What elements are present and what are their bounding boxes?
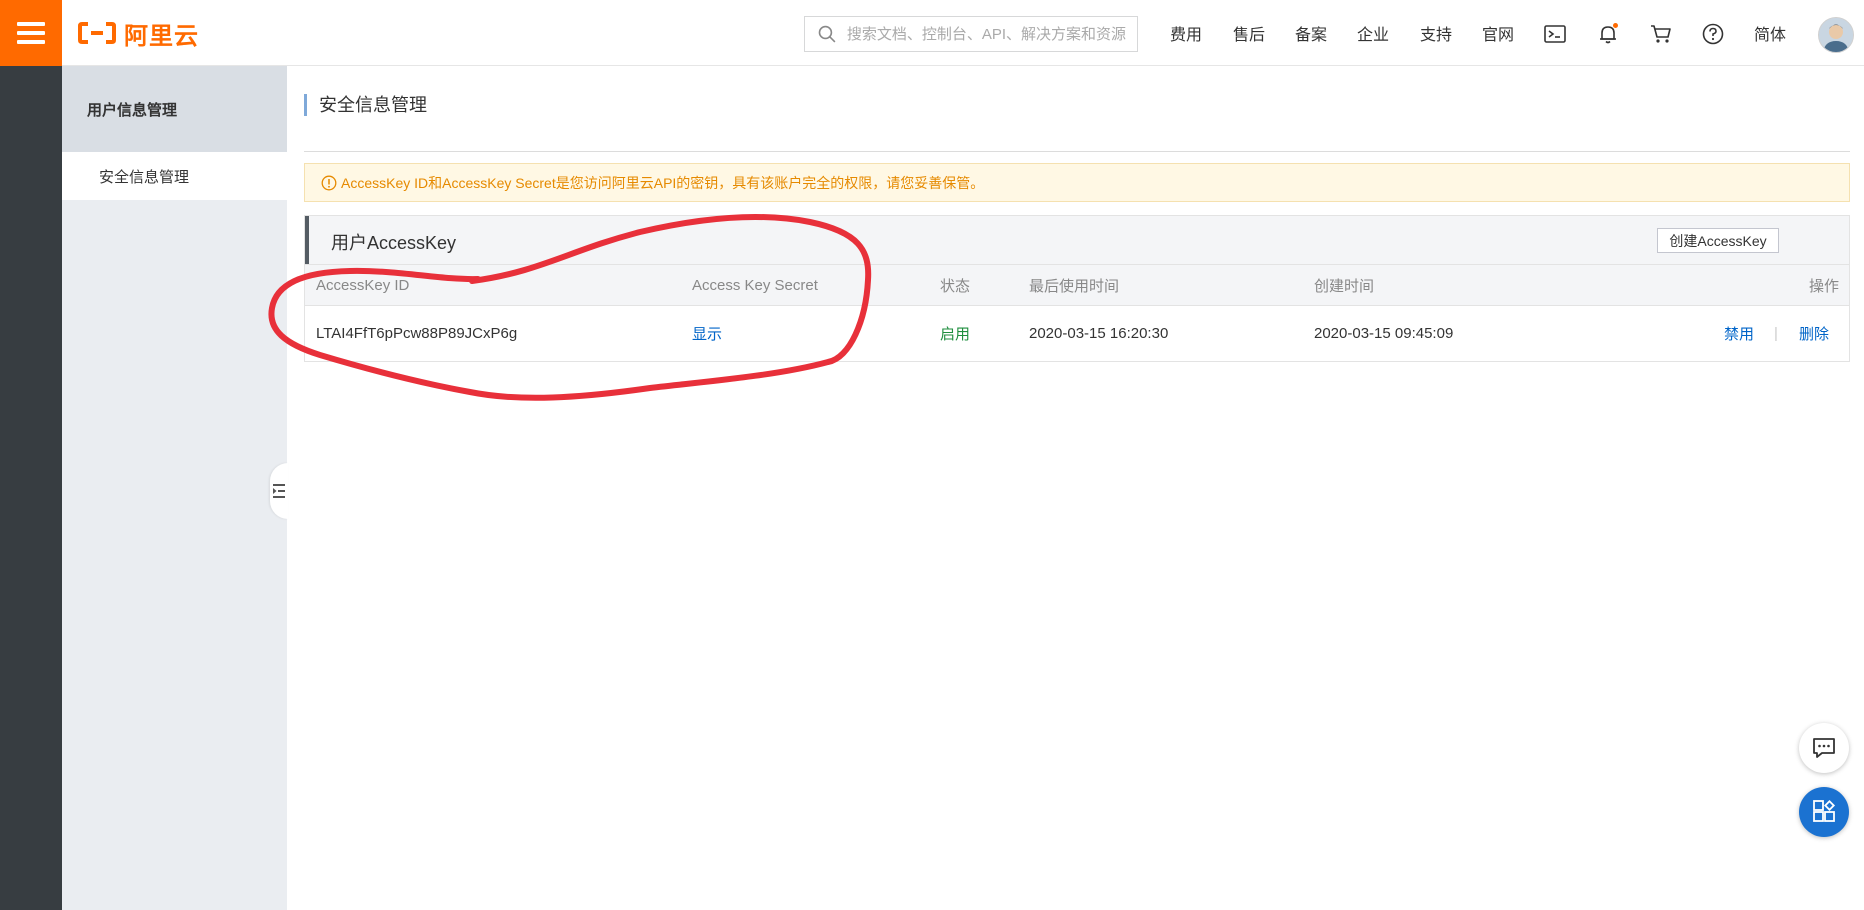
menu-icon (17, 22, 45, 44)
nav-link[interactable]: 费用 (1170, 21, 1202, 45)
nav-fee[interactable]: 费用 (1170, 0, 1202, 66)
terminal-icon[interactable] (1543, 22, 1567, 46)
last-used-time: 2020-03-15 16:20:30 (1029, 325, 1169, 342)
language-switch[interactable]: 简体 (1754, 0, 1786, 66)
aliyun-logo-icon (78, 22, 116, 44)
column-last-used: 最后使用时间 (1029, 277, 1120, 295)
column-accesskey-id: AccessKey ID (316, 276, 410, 294)
left-rail (0, 66, 62, 910)
accesskey-id-value: LTAI4FfT6pPcw88P89JCxP6g (316, 325, 518, 342)
logo[interactable]: 阿里云 (78, 20, 199, 50)
sidebar-item-label: 安全信息管理 (99, 168, 190, 186)
nav-link[interactable]: 售后 (1233, 21, 1265, 45)
created-time: 2020-03-15 09:45:09 (1314, 325, 1454, 342)
nav-official-site[interactable]: 官网 (1482, 0, 1514, 66)
create-accesskey-button[interactable]: 创建AccessKey (1657, 228, 1779, 253)
help-icon[interactable] (1701, 22, 1725, 46)
warning-text: AccessKey ID和AccessKey Secret是您访问阿里云API的… (341, 174, 985, 191)
action-separator: | (1774, 325, 1778, 342)
warning-banner: AccessKey ID和AccessKey Secret是您访问阿里云API的… (304, 163, 1850, 202)
disable-link[interactable]: 禁用 (1724, 306, 1754, 361)
column-status: 状态 (940, 277, 971, 295)
collapse-sidebar-button[interactable] (270, 463, 288, 519)
menu-button[interactable] (0, 0, 62, 66)
chat-button[interactable] (1799, 723, 1849, 773)
accesskey-panel: 用户AccessKey 创建AccessKey AccessKey ID Acc… (304, 215, 1850, 362)
nav-link[interactable]: 支持 (1420, 21, 1452, 45)
panel-header: 用户AccessKey 创建AccessKey (305, 216, 1849, 264)
table-row: LTAI4FfT6pPcw88P89JCxP6g 显示 启用 2020-03-1… (305, 306, 1849, 361)
top-bar: 阿里云 费用 售后 备案 企业 支持 官网 简体 (0, 0, 1864, 66)
delete-link[interactable]: 删除 (1799, 306, 1829, 361)
apps-button[interactable] (1799, 787, 1849, 837)
search-box[interactable] (804, 16, 1138, 52)
nav-link[interactable]: 备案 (1295, 21, 1327, 45)
search-input[interactable] (844, 24, 1137, 44)
column-accesskey-secret: Access Key Secret (692, 276, 818, 294)
apps-icon (1813, 799, 1836, 822)
nav-after-sales[interactable]: 售后 (1233, 0, 1265, 66)
panel-title: 用户AccessKey (331, 233, 457, 253)
chat-icon (1813, 738, 1835, 758)
warning-icon (321, 175, 337, 190)
avatar[interactable] (1818, 17, 1854, 53)
collapse-icon (273, 484, 285, 498)
sidebar-header: 用户信息管理 (62, 66, 287, 152)
user-avatar-icon (1819, 18, 1853, 52)
cart-icon[interactable] (1649, 22, 1673, 46)
table-header: AccessKey ID Access Key Secret 状态 最后使用时间… (305, 264, 1849, 306)
logo-text: 阿里云 (124, 22, 199, 50)
column-created: 创建时间 (1314, 277, 1375, 295)
nav-link[interactable]: 企业 (1357, 21, 1389, 45)
language-label[interactable]: 简体 (1754, 21, 1786, 45)
show-secret-link[interactable]: 显示 (692, 306, 722, 361)
sidebar-item-security-info[interactable]: 安全信息管理 (62, 152, 287, 200)
sub-sidebar: 用户信息管理 安全信息管理 (62, 66, 287, 910)
column-actions: 操作 (1808, 277, 1839, 295)
nav-filing[interactable]: 备案 (1295, 0, 1327, 66)
nav-enterprise[interactable]: 企业 (1357, 0, 1389, 66)
search-icon (818, 25, 836, 43)
divider (304, 151, 1850, 152)
nav-link[interactable]: 官网 (1482, 21, 1514, 45)
status-badge: 启用 (940, 326, 971, 343)
page-title: 安全信息管理 (304, 94, 427, 116)
nav-support[interactable]: 支持 (1420, 0, 1452, 66)
bell-icon[interactable] (1596, 22, 1620, 46)
